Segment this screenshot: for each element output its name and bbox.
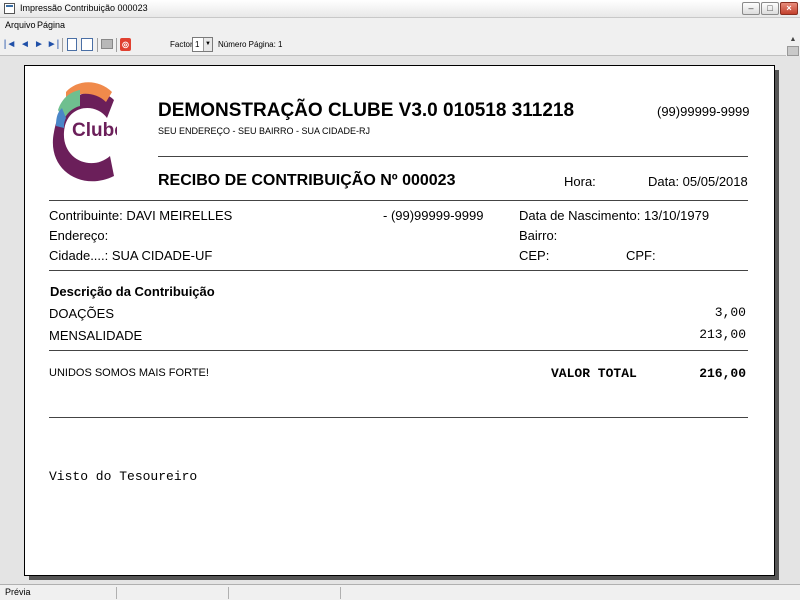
status-separator: [228, 587, 229, 599]
treasurer-signature-label: Visto do Tesoureiro: [49, 469, 198, 484]
logo-text: Clube: [72, 120, 117, 141]
total-label: VALOR TOTAL: [551, 366, 637, 381]
club-name: DEMONSTRAÇÃO CLUBE V3.0 010518 311218: [158, 100, 575, 121]
item-value: 3,00: [714, 305, 746, 320]
scroll-up-icon[interactable]: ▲: [787, 34, 799, 46]
menu-bar: Arquivo Página: [0, 18, 800, 34]
page-number-label: Número Página: 1: [218, 40, 283, 49]
two-pages-icon[interactable]: [81, 38, 93, 51]
status-text: Prévia: [5, 587, 31, 597]
neighborhood-field: Bairro:: [519, 228, 558, 243]
contributor-phone: - (99)99999-9999: [383, 208, 484, 223]
maximize-button[interactable]: □: [761, 2, 779, 15]
toolbar-separator: [62, 38, 63, 52]
club-address: SEU ENDEREÇO - SEU BAIRRO - SUA CIDADE-R…: [158, 126, 371, 136]
factor-select[interactable]: 1 ▼: [192, 37, 213, 52]
previous-page-icon[interactable]: ◄: [18, 38, 32, 52]
single-page-icon[interactable]: [67, 38, 77, 51]
close-button[interactable]: ×: [780, 2, 798, 15]
factor-value: 1: [195, 40, 200, 49]
total-value: 216,00: [699, 366, 746, 381]
window-title: Impressão Contribuição 000023: [20, 3, 148, 13]
app-icon: [4, 3, 15, 14]
description-title: Descrição da Contribuição: [50, 284, 215, 299]
contributor-name: Contribuinte: DAVI MEIRELLES: [49, 208, 233, 223]
minimize-button[interactable]: –: [742, 2, 760, 15]
divider: [49, 200, 748, 201]
first-page-icon[interactable]: |◄: [3, 38, 17, 52]
toolbar: |◄ ◄ ► ►| ◎ Factor: 1 ▼ Número Página: 1: [0, 34, 800, 56]
next-page-icon[interactable]: ►: [32, 38, 46, 52]
city-field: Cidade....: SUA CIDADE-UF: [49, 248, 213, 263]
status-separator: [340, 587, 341, 599]
cpf-field: CPF:: [626, 248, 656, 263]
address-field: Endereço:: [49, 228, 109, 243]
date-label: Data: 05/05/2018: [648, 174, 748, 189]
item-value: 213,00: [699, 327, 746, 342]
receipt-title: RECIBO DE CONTRIBUIÇÃO Nº 000023: [158, 172, 456, 189]
title-bar: Impressão Contribuição 000023 – □ ×: [0, 0, 800, 18]
birth-date: Data de Nascimento: 13/10/1979: [519, 208, 710, 223]
time-label: Hora:: [564, 174, 596, 189]
toolbar-separator: [97, 38, 98, 52]
status-separator: [116, 587, 117, 599]
menu-arquivo[interactable]: Arquivo: [5, 20, 36, 30]
divider: [49, 270, 748, 271]
receipt-page: [24, 65, 775, 576]
club-motto: UNIDOS SOMOS MAIS FORTE!: [49, 367, 209, 379]
menu-pagina[interactable]: Página: [37, 20, 65, 30]
club-logo: Clube: [52, 82, 117, 182]
close-preview-icon[interactable]: ◎: [120, 38, 131, 51]
item-label: MENSALIDADE: [49, 328, 143, 343]
club-phone: (99)99999-9999: [657, 104, 750, 119]
print-icon[interactable]: [101, 39, 113, 49]
toolbar-separator: [116, 38, 117, 52]
scroll-thumb[interactable]: [787, 46, 799, 56]
last-page-icon[interactable]: ►|: [46, 38, 60, 52]
divider: [158, 156, 748, 157]
chevron-down-icon[interactable]: ▼: [203, 38, 212, 51]
cep-field: CEP:: [519, 248, 550, 263]
vertical-scrollbar[interactable]: ▲: [786, 34, 800, 56]
item-label: DOAÇÕES: [49, 306, 115, 321]
divider: [49, 417, 748, 418]
divider: [49, 350, 748, 351]
status-bar: Prévia: [0, 584, 800, 600]
